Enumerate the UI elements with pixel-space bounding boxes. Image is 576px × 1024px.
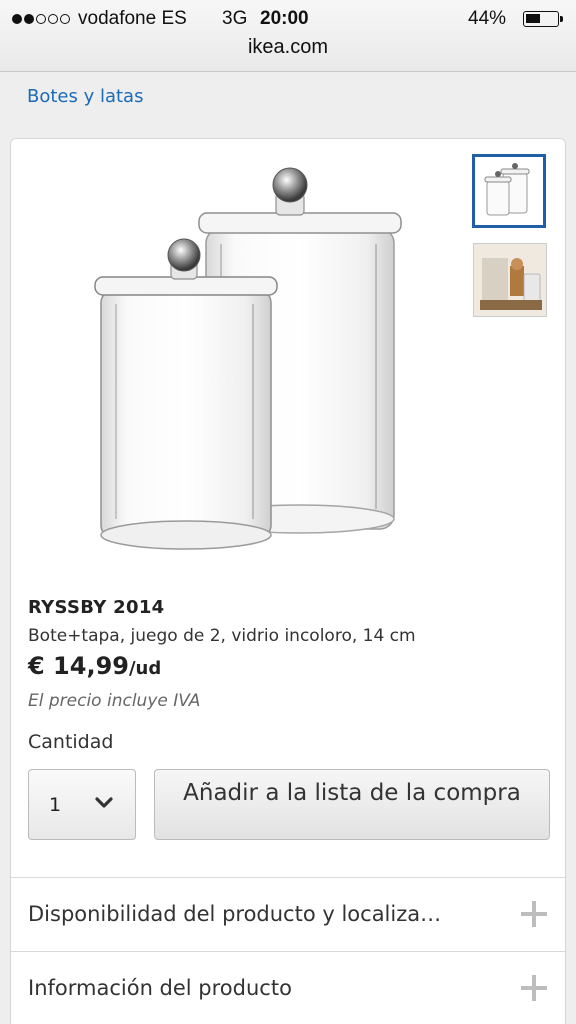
price-unit: /ud [128,658,162,679]
plus-icon[interactable] [521,901,547,927]
accordion-product-info[interactable]: Información del producto [11,951,565,1024]
quantity-select[interactable]: 1 [28,769,136,840]
signal-dots-icon [12,14,70,24]
carrier-name: vodafone ES [78,8,187,29]
chevron-down-icon [95,797,113,808]
battery-icon [523,11,563,27]
status-bar: vodafone ES 3G 20:00 44% [0,8,576,32]
accordion-label: Información del producto [28,976,292,1000]
product-description: Bote+tapa, juego de 2, vidrio incoloro, … [28,626,416,646]
thumbnail-1-selected[interactable] [472,154,546,228]
plus-icon[interactable] [521,975,547,1001]
breadcrumb-link[interactable]: Botes y latas [27,86,143,107]
browser-top-bar: vodafone ES 3G 20:00 44% ikea.com [0,0,576,72]
accordion-label: Disponibilidad del producto y localiza… [28,902,442,926]
add-to-list-button[interactable]: Añadir a la lista de la compra [154,769,550,840]
product-card: RYSSBY 2014 Bote+tapa, juego de 2, vidri… [10,138,566,1024]
product-name: RYSSBY 2014 [28,597,165,618]
product-image[interactable] [71,159,431,559]
network-type: 3G [222,8,248,29]
quantity-label: Cantidad [28,731,114,753]
accordion-availability[interactable]: Disponibilidad del producto y localiza… [11,877,565,951]
battery-percent: 44% [468,8,507,29]
quantity-value: 1 [49,794,62,816]
tax-note: El precio incluye IVA [28,691,201,711]
url-field[interactable]: ikea.com [0,36,576,59]
thumbnail-2[interactable] [473,243,547,317]
clock: 20:00 [260,8,309,29]
product-price: € 14,99/ud [28,652,161,680]
price-value: € 14,99 [28,652,129,680]
